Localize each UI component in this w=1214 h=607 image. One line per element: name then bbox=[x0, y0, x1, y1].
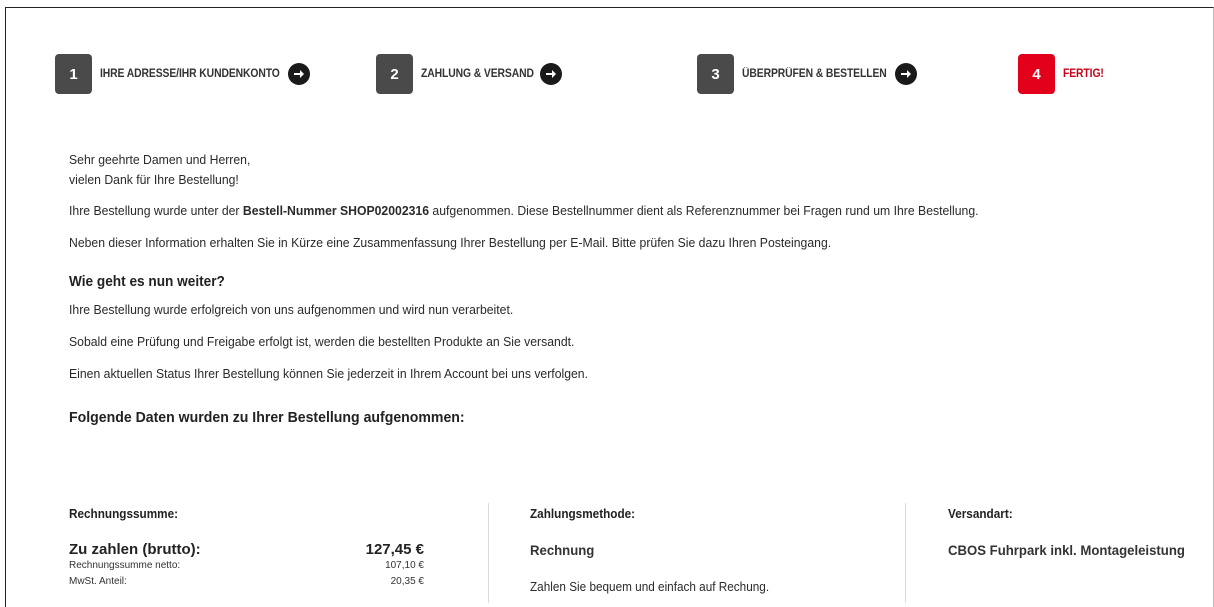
checkout-steps: 1 IHRE ADRESSE/IHR KUNDENKONTO 2 ZAHLUNG… bbox=[0, 0, 1214, 110]
payment-description: Zahlen Sie bequem und einfach auf Rechun… bbox=[530, 580, 770, 594]
net-value: 107,10 € bbox=[385, 560, 424, 571]
next-step-2: Sobald eine Prüfung und Freigabe erfolgt… bbox=[69, 334, 575, 349]
arrow-right-icon bbox=[287, 63, 310, 85]
shipping-column: Versandart: CBOS Fuhrpark inkl. Montagel… bbox=[948, 503, 1208, 603]
arrow-right-icon bbox=[894, 63, 917, 85]
step-label: IHRE ADRESSE/IHR KUNDENKONTO bbox=[100, 68, 280, 80]
payment-heading: Zahlungsmethode: bbox=[530, 507, 636, 521]
step-number: 3 bbox=[697, 54, 734, 94]
shipping-method: CBOS Fuhrpark inkl. Montageleistung bbox=[948, 542, 1185, 558]
invoice-column: Rechnungssumme: Zu zahlen (brutto): 127,… bbox=[69, 503, 429, 603]
column-divider bbox=[488, 503, 489, 603]
greeting-line-2: vielen Dank für Ihre Bestellung! bbox=[69, 172, 239, 187]
vat-value: 20,35 € bbox=[390, 576, 424, 587]
next-step-1: Ihre Bestellung wurde erfolgreich von un… bbox=[69, 302, 514, 317]
step-label: ZAHLUNG & VERSAND bbox=[421, 68, 534, 80]
greeting-line-1: Sehr geehrte Damen und Herren, bbox=[69, 152, 251, 167]
net-label: Rechnungssumme netto: bbox=[69, 560, 181, 571]
step-payment-shipping[interactable]: 2 ZAHLUNG & VERSAND bbox=[376, 54, 563, 94]
payment-method: Rechnung bbox=[530, 542, 595, 558]
vat-row: MwSt. Anteil: 20,35 € bbox=[69, 575, 424, 588]
step-number: 4 bbox=[1018, 54, 1055, 94]
confirmation-content: Sehr geehrte Damen und Herren, vielen Da… bbox=[69, 150, 1199, 426]
next-steps-heading: Wie geht es nun weiter? bbox=[69, 274, 225, 290]
column-divider bbox=[905, 503, 906, 603]
order-number-text: Ihre Bestellung wurde unter der Bestell-… bbox=[69, 203, 979, 218]
order-number: Bestell-Nummer SHOP02002316 bbox=[242, 203, 430, 218]
total-value: 127,45 € bbox=[365, 541, 424, 558]
order-summary: Rechnungssumme: Zu zahlen (brutto): 127,… bbox=[69, 503, 1199, 603]
step-number: 2 bbox=[376, 54, 413, 94]
next-step-3: Einen aktuellen Status Ihrer Bestellung … bbox=[69, 366, 588, 381]
step-review-order[interactable]: 3 ÜBERPRÜFEN & BESTELLEN bbox=[697, 54, 917, 94]
step-label: ÜBERPRÜFEN & BESTELLEN bbox=[742, 68, 887, 80]
step-number: 1 bbox=[55, 54, 92, 94]
net-row: Rechnungssumme netto: 107,10 € bbox=[69, 559, 424, 572]
order-data-heading: Folgende Daten wurden zu Ihrer Bestellun… bbox=[69, 409, 465, 426]
total-row: Zu zahlen (brutto): 127,45 € bbox=[69, 541, 424, 558]
step-finished: 4 FERTIG! bbox=[1018, 54, 1108, 94]
vat-label: MwSt. Anteil: bbox=[69, 576, 127, 587]
email-info-text: Neben dieser Information erhalten Sie in… bbox=[69, 235, 832, 250]
shipping-heading: Versandart: bbox=[948, 507, 1013, 521]
step-address[interactable]: 1 IHRE ADRESSE/IHR KUNDENKONTO bbox=[55, 54, 310, 94]
step-label: FERTIG! bbox=[1063, 68, 1104, 80]
payment-column: Zahlungsmethode: Rechnung Zahlen Sie beq… bbox=[530, 503, 890, 603]
arrow-right-icon bbox=[540, 63, 563, 85]
total-label: Zu zahlen (brutto): bbox=[69, 541, 201, 558]
invoice-heading: Rechnungssumme: bbox=[69, 507, 179, 521]
